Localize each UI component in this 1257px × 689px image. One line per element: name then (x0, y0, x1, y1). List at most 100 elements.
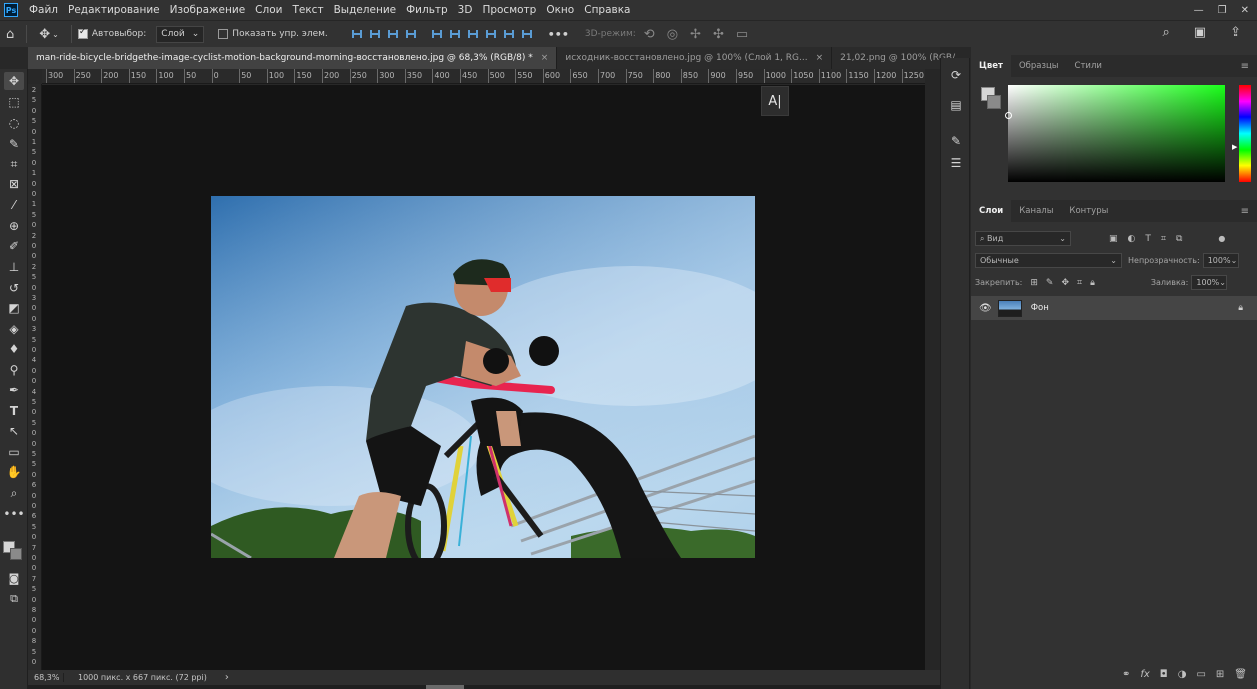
filter-shape-icon[interactable]: ⌗ (1161, 234, 1166, 244)
chevron-down-icon[interactable]: ⌄ (52, 30, 59, 39)
menu-item[interactable]: Текст (287, 4, 328, 16)
healing-brush-tool-icon[interactable]: ⊕ (4, 217, 24, 235)
horizontal-scrollbar[interactable] (28, 685, 940, 689)
crop-tool-icon[interactable]: ⌗ (4, 155, 24, 173)
blend-mode-dropdown[interactable]: Обычные ⌄ (975, 253, 1122, 268)
menu-item[interactable]: Файл (24, 4, 63, 16)
orbit-3d-icon[interactable]: ⟲ (644, 27, 655, 42)
lock-all-icon[interactable]: 🔒︎ (1090, 278, 1095, 288)
stamp-tool-icon[interactable]: ⊥ (4, 258, 24, 276)
panel-menu-icon[interactable]: ≡ (1241, 206, 1249, 217)
filter-smart-object-icon[interactable]: ⧉ (1176, 234, 1182, 244)
brush-panel-icon[interactable]: ✎ (947, 132, 965, 150)
menu-item[interactable]: Редактирование (63, 4, 165, 16)
background-color-swatch[interactable] (10, 548, 22, 560)
scrollbar-thumb[interactable] (426, 685, 464, 689)
canvas-workspace[interactable] (42, 85, 925, 670)
align-left-icon[interactable] (350, 27, 364, 41)
search-icon[interactable]: ⌕ (1163, 25, 1170, 40)
rectangle-tool-icon[interactable]: ▭ (4, 443, 24, 461)
path-select-tool-icon[interactable]: ↖ (4, 422, 24, 440)
pen-tool-icon[interactable]: ✒ (4, 381, 24, 399)
menu-item[interactable]: 3D (453, 4, 478, 16)
move-tool-icon[interactable]: ✥ (4, 72, 24, 90)
tab-color[interactable]: Цвет (971, 55, 1011, 77)
quick-select-tool-icon[interactable]: ✎ (4, 135, 24, 153)
menu-item[interactable]: Изображение (165, 4, 251, 16)
blur-tool-icon[interactable]: ♦ (4, 340, 24, 358)
tab-paths[interactable]: Контуры (1061, 200, 1116, 222)
tab-layers[interactable]: Слои (971, 200, 1012, 222)
zoom-tool-icon[interactable]: ⌕ (4, 484, 24, 502)
type-tool-popup[interactable]: A| (761, 86, 789, 116)
status-menu-arrow[interactable]: › (225, 672, 229, 683)
autoselect-checkbox[interactable] (77, 27, 88, 39)
mask-icon[interactable]: ◘ (1160, 669, 1168, 680)
hue-slider-handle-icon[interactable]: ▶ (1232, 143, 1237, 151)
layer-row[interactable]: 👁︎ Фон 🔒︎ (971, 296, 1257, 320)
hand-tool-icon[interactable]: ✋ (4, 463, 24, 481)
drag-3d-icon[interactable]: ✢ (690, 27, 701, 42)
close-tab-icon[interactable]: × (816, 53, 824, 63)
distribute-vcenter-icon[interactable] (484, 27, 498, 41)
more-options-button[interactable]: ••• (548, 28, 569, 41)
move-tool-icon[interactable]: ✥ (39, 27, 50, 42)
lock-position-icon[interactable]: ✥ (1061, 278, 1069, 288)
hue-slider[interactable] (1239, 85, 1251, 182)
workspace-icon[interactable]: ▣ (1194, 25, 1206, 40)
align-bottom-icon[interactable] (448, 27, 462, 41)
camera-3d-icon[interactable]: ▭ (736, 27, 748, 42)
color-picker-cursor[interactable] (1005, 112, 1012, 119)
frame-tool-icon[interactable]: ⊠ (4, 175, 24, 193)
tab-channels[interactable]: Каналы (1011, 200, 1061, 222)
show-transform-checkbox[interactable] (218, 29, 229, 39)
share-icon[interactable]: ⇪ (1230, 25, 1241, 40)
screen-mode-icon[interactable]: ⧉ (4, 590, 24, 608)
type-tool-icon[interactable]: T (4, 402, 24, 420)
distribute-bottom-icon[interactable] (502, 27, 516, 41)
menu-item[interactable]: Фильтр (401, 4, 453, 16)
menu-item[interactable]: Просмотр (477, 4, 541, 16)
layer-filter-dropdown[interactable]: ⌕ Вид ⌄ (975, 231, 1071, 246)
tab-document-source[interactable]: исходник-восстановлено.jpg @ 100% (Слой … (557, 47, 833, 69)
link-icon[interactable]: ⚭ (1122, 669, 1130, 680)
eraser-tool-icon[interactable]: ◩ (4, 299, 24, 317)
layer-name[interactable]: Фон (1031, 303, 1049, 313)
tab-swatches[interactable]: Образцы (1011, 55, 1067, 77)
dodge-tool-icon[interactable]: ⚲ (4, 361, 24, 379)
color-picker-field[interactable] (1005, 85, 1225, 182)
lock-transparent-icon[interactable]: ⊞ (1030, 278, 1038, 288)
edit-toolbar-icon[interactable]: ••• (3, 505, 24, 523)
trash-icon[interactable]: 🗑︎ (1234, 669, 1247, 680)
menu-item[interactable]: Справка (579, 4, 635, 16)
tab-document-cyclist[interactable]: man-ride-bicycle-bridgethe-image-cyclist… (28, 47, 558, 69)
filter-adjustment-icon[interactable]: ◐ (1128, 234, 1136, 244)
close-window-icon[interactable]: ✕ (1241, 5, 1249, 16)
roll-3d-icon[interactable]: ◎ (667, 27, 678, 42)
history-panel-icon[interactable]: ⟳ (947, 66, 965, 84)
slide-3d-icon[interactable]: ✣ (713, 27, 724, 42)
document-image[interactable] (211, 196, 755, 558)
marquee-tool-icon[interactable]: ⬚ (4, 93, 24, 111)
restore-icon[interactable]: ❐ (1218, 5, 1227, 16)
menu-item[interactable]: Слои (250, 4, 287, 16)
opacity-input[interactable]: 100% ⌄ (1202, 253, 1239, 268)
lock-image-icon[interactable]: ✎ (1046, 278, 1054, 288)
fill-input[interactable]: 100% ⌄ (1191, 275, 1228, 290)
vertical-scrollbar[interactable] (925, 69, 940, 670)
quick-mask-icon[interactable]: ◙ (4, 569, 24, 587)
filter-toggle-icon[interactable]: ● (1218, 234, 1225, 243)
visibility-eye-icon[interactable]: 👁︎ (979, 303, 992, 314)
history-brush-tool-icon[interactable]: ↺ (4, 279, 24, 297)
menu-item[interactable]: Выделение (329, 4, 402, 16)
filter-pixel-icon[interactable]: ▣ (1109, 234, 1118, 244)
gradient-tool-icon[interactable]: ◈ (4, 320, 24, 338)
adjustments-panel-icon[interactable]: ☰ (947, 154, 965, 172)
new-layer-icon[interactable]: ⊞ (1216, 669, 1224, 680)
align-right-icon[interactable] (386, 27, 400, 41)
filter-type-icon[interactable]: T (1145, 234, 1151, 244)
close-tab-icon[interactable]: × (541, 53, 549, 63)
zoom-level[interactable]: 68,3% (28, 673, 64, 682)
home-icon[interactable]: ⌂ (6, 27, 14, 42)
properties-panel-icon[interactable]: ▤ (947, 96, 965, 114)
